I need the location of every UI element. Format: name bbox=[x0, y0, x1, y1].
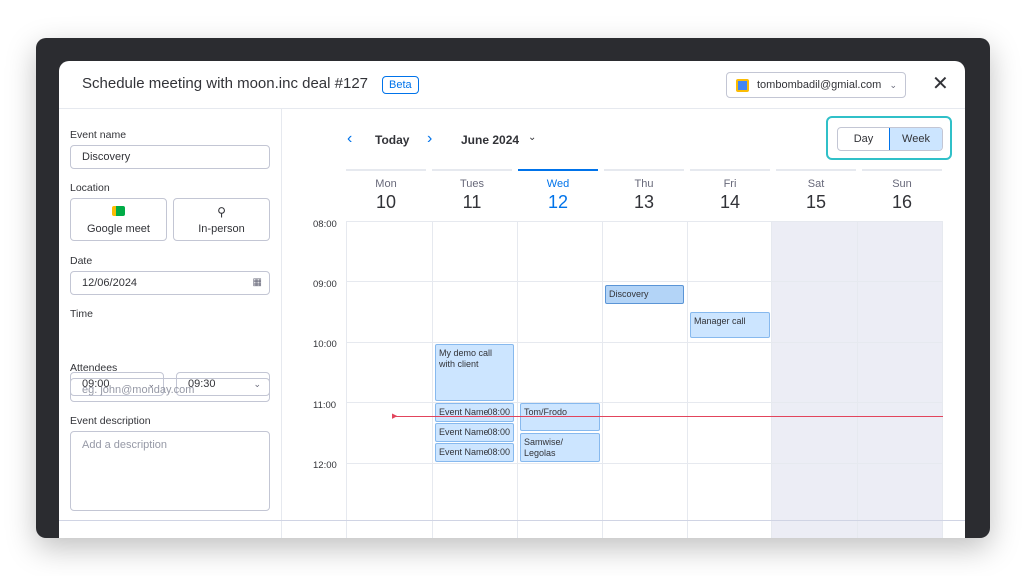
modal-title: Schedule meeting with moon.inc deal #127 bbox=[82, 75, 369, 92]
day-name: Fri bbox=[723, 178, 737, 190]
attendees-input[interactable]: eg. john@monday.com bbox=[70, 378, 270, 402]
hour-label: 08:00 bbox=[313, 219, 337, 230]
calendar-event[interactable]: Discovery bbox=[605, 285, 684, 304]
day-name: Thu bbox=[634, 178, 654, 190]
calendar-panel: ‹ Today › June 2024 ⌄ Day Week Mon 10 Tu… bbox=[283, 109, 965, 538]
date-value: 12/06/2024 bbox=[82, 277, 138, 289]
event-name-label: Event name bbox=[70, 129, 127, 141]
hour-label: 12:00 bbox=[313, 460, 337, 471]
event-form: Event name Discovery Location Google mee… bbox=[59, 109, 282, 538]
day-date: 14 bbox=[719, 192, 741, 212]
day-header-thu[interactable]: Thu 13 bbox=[604, 169, 684, 219]
in-person-button[interactable]: ⚲ In-person bbox=[173, 198, 270, 241]
view-toggle: Day Week bbox=[837, 127, 943, 151]
event-title: Samwise/ Legolas bbox=[524, 437, 564, 458]
previous-week-icon[interactable]: ‹ bbox=[347, 130, 352, 148]
current-time-line bbox=[393, 416, 943, 417]
view-toggle-highlight: Day Week bbox=[826, 116, 952, 160]
hour-label: 09:00 bbox=[313, 279, 337, 290]
event-title: Event Name bbox=[439, 447, 489, 457]
event-title: Event Name bbox=[439, 427, 489, 437]
day-header-wed[interactable]: Wed 12 bbox=[518, 169, 598, 219]
day-date: 13 bbox=[633, 192, 655, 212]
day-date: 11 bbox=[462, 192, 482, 212]
attendees-label: Attendees bbox=[70, 362, 118, 374]
calendar-event[interactable]: Event Name 08:00 bbox=[435, 423, 514, 442]
day-header-fri[interactable]: Fri 14 bbox=[690, 169, 770, 219]
modal-footer-divider bbox=[59, 520, 965, 521]
location-label: Location bbox=[70, 182, 110, 194]
date-input[interactable]: 12/06/2024 ▦ bbox=[70, 271, 270, 295]
day-header-sun[interactable]: Sun 16 bbox=[862, 169, 942, 219]
event-time: 08:00 bbox=[487, 447, 510, 457]
day-name: Tues bbox=[459, 178, 485, 190]
account-email: tombombadil@gmial.com bbox=[757, 79, 882, 91]
date-label: Date bbox=[70, 255, 93, 267]
google-meet-button[interactable]: Google meet bbox=[70, 198, 167, 241]
calendar-event[interactable]: Event Name 08:00 bbox=[435, 443, 514, 462]
calendar-icon[interactable]: ▦ bbox=[253, 272, 262, 294]
day-date: 16 bbox=[891, 192, 913, 212]
day-date: 10 bbox=[375, 192, 397, 212]
calendar-event[interactable]: Tom/Frodo bbox=[520, 403, 600, 431]
calendar-event[interactable]: Event Name 08:00 bbox=[435, 403, 514, 422]
description-textarea[interactable]: Add a description bbox=[70, 431, 270, 511]
month-selector[interactable]: June 2024 bbox=[461, 133, 519, 147]
day-view-button[interactable]: Day bbox=[838, 128, 889, 150]
location-pin-icon: ⚲ bbox=[217, 205, 226, 219]
google-calendar-icon bbox=[736, 79, 749, 92]
day-date: 15 bbox=[805, 192, 827, 212]
day-header-tues[interactable]: Tues 11 bbox=[432, 169, 512, 219]
day-name: Sat bbox=[807, 178, 825, 190]
close-icon[interactable]: ✕ bbox=[932, 74, 949, 94]
calendar-event[interactable]: My demo call with client bbox=[435, 344, 514, 401]
hour-label: 11:00 bbox=[313, 400, 337, 411]
google-meet-icon bbox=[71, 205, 166, 219]
day-name: Mon bbox=[375, 178, 397, 190]
chevron-down-icon: ⌄ bbox=[889, 80, 897, 90]
in-person-label: In-person bbox=[198, 223, 245, 235]
day-name: Wed bbox=[546, 178, 570, 190]
hour-label: 10:00 bbox=[313, 339, 337, 350]
event-time: 08:00 bbox=[487, 427, 510, 437]
day-date: 12 bbox=[547, 192, 569, 212]
weekend-column-sat bbox=[771, 221, 857, 538]
google-meet-label: Google meet bbox=[87, 223, 150, 235]
schedule-meeting-modal: Schedule meeting with moon.inc deal #127… bbox=[59, 61, 965, 538]
next-week-icon[interactable]: › bbox=[427, 130, 432, 148]
day-name: Sun bbox=[892, 178, 912, 190]
account-selector[interactable]: tombombadil@gmial.com ⌄ bbox=[726, 72, 906, 98]
day-header-sat[interactable]: Sat 15 bbox=[776, 169, 856, 219]
week-grid[interactable]: Discovery Manager call My demo call with… bbox=[346, 221, 943, 538]
modal-header: Schedule meeting with moon.inc deal #127… bbox=[59, 61, 965, 109]
calendar-event[interactable]: Manager call bbox=[690, 312, 770, 338]
beta-badge: Beta bbox=[382, 76, 419, 94]
event-title: My demo call with client bbox=[439, 348, 493, 369]
day-header-mon[interactable]: Mon 10 bbox=[346, 169, 426, 219]
weekend-column-sun bbox=[857, 221, 943, 538]
week-view-button[interactable]: Week bbox=[889, 128, 942, 150]
event-title: Discovery bbox=[609, 289, 649, 299]
event-title: Manager call bbox=[694, 316, 746, 326]
calendar-event[interactable]: Samwise/ Legolas bbox=[520, 433, 600, 462]
event-name-input[interactable]: Discovery bbox=[70, 145, 270, 169]
today-button[interactable]: Today bbox=[375, 133, 409, 147]
description-label: Event description bbox=[70, 415, 151, 427]
chevron-down-icon[interactable]: ⌄ bbox=[528, 132, 536, 143]
time-label: Time bbox=[70, 308, 93, 320]
